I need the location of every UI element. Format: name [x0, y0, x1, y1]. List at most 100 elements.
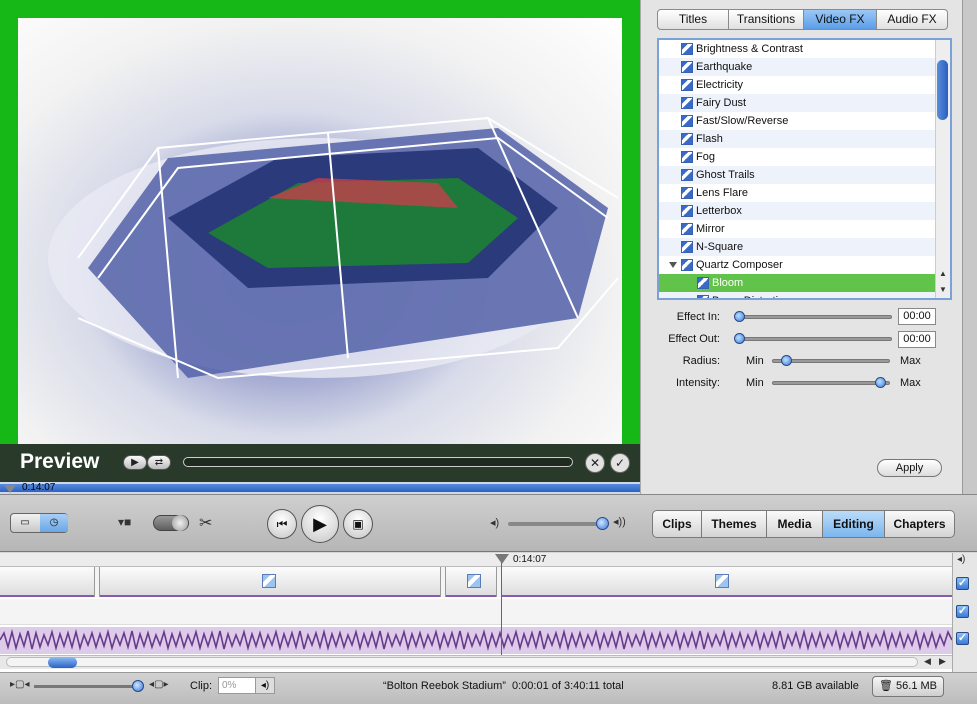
intensity-min-label: Min — [746, 377, 764, 389]
play-icon: ▶ — [131, 457, 139, 468]
accept-effect-button[interactable]: ✓ — [610, 453, 630, 473]
tab-audio-fx[interactable]: Audio FX — [877, 9, 948, 30]
window-edge — [962, 0, 977, 494]
timeline-view-button[interactable]: ◷ — [40, 514, 68, 532]
effect-item[interactable]: Lens Flare — [659, 184, 937, 202]
effect-out-field[interactable]: 00:00 — [898, 331, 936, 348]
effect-item[interactable]: Fast/Slow/Reverse — [659, 112, 937, 130]
timeline-scroll-thumb[interactable] — [48, 657, 77, 668]
volume-knob[interactable] — [596, 517, 609, 530]
clip-volume-field[interactable]: 0% — [218, 677, 256, 694]
scroll-left-icon[interactable]: ◀ — [924, 656, 931, 667]
clip-view-button[interactable]: ▭ — [11, 514, 39, 532]
audio-track-2[interactable] — [0, 627, 952, 654]
loop-icon: ⇄ — [154, 457, 164, 468]
tab-chapters[interactable]: Chapters — [885, 510, 955, 538]
effect-label: Flash — [696, 133, 723, 145]
zoom-slider[interactable] — [34, 685, 138, 688]
video-track-checkbox[interactable]: ✓ — [956, 577, 969, 590]
camera-mode-knob[interactable] — [172, 515, 188, 531]
scissors-icon[interactable]: ✂ — [199, 513, 212, 533]
effect-in-label: Effect In: — [676, 311, 720, 323]
effect-in-slider[interactable] — [736, 315, 892, 319]
checkmark-icon: ✓ — [614, 456, 626, 470]
trash-button[interactable]: 🗑 56.1 MB — [872, 676, 944, 697]
tab-transitions[interactable]: Transitions — [729, 9, 804, 30]
effect-icon — [681, 205, 693, 217]
loop-button[interactable]: ⇄ — [147, 455, 171, 470]
effect-item[interactable]: Ghost Trails — [659, 166, 937, 184]
transition-icon[interactable] — [467, 574, 481, 588]
tab-media[interactable]: Media — [767, 510, 823, 538]
radius-max-label: Max — [900, 355, 921, 367]
timeline-scroll-track[interactable] — [6, 657, 918, 667]
effect-group-quartz-composer[interactable]: Quartz Composer — [659, 256, 937, 274]
radius-knob[interactable] — [780, 355, 792, 366]
effect-out-knob[interactable] — [734, 333, 745, 344]
zoom-knob[interactable] — [132, 680, 144, 692]
effects-list-scroll-thumb[interactable] — [937, 60, 948, 120]
preview-title: Preview — [20, 450, 100, 473]
tab-titles[interactable]: Titles — [657, 9, 729, 30]
radius-label: Radius: — [682, 355, 720, 367]
tab-editing[interactable]: Editing — [823, 510, 885, 538]
effect-item[interactable]: Fairy Dust — [659, 94, 937, 112]
audio-track-2-checkbox[interactable]: ✓ — [956, 632, 969, 645]
effect-item[interactable]: Earthquake — [659, 58, 937, 76]
tab-video-fx[interactable]: Video FX — [804, 9, 877, 30]
effect-item[interactable]: Brightness & Contrast — [659, 40, 937, 58]
scroll-down-icon[interactable]: ▼ — [938, 285, 948, 294]
effect-in-knob[interactable] — [734, 311, 745, 322]
view-toggle[interactable]: ▭ ◷ — [10, 513, 68, 533]
timeline-ruler[interactable] — [0, 553, 952, 567]
clock-icon: ◷ — [49, 517, 59, 528]
cancel-effect-button[interactable]: ✕ — [585, 453, 605, 473]
rewind-button[interactable]: ⏮ — [267, 509, 297, 539]
transition-icon[interactable] — [262, 574, 276, 588]
scroll-right-icon[interactable]: ▶ — [939, 656, 946, 667]
zoom-out-icon[interactable]: ▸▢◂ — [10, 679, 30, 690]
apply-button[interactable]: Apply — [877, 459, 942, 477]
effect-item[interactable]: Flash — [659, 130, 937, 148]
effect-item[interactable]: Mirror — [659, 220, 937, 238]
effect-label: Quartz Composer — [696, 259, 783, 271]
tab-themes[interactable]: Themes — [702, 510, 767, 538]
tab-clips[interactable]: Clips — [652, 510, 702, 538]
trash-size: 56.1 MB — [896, 680, 937, 692]
effect-label: Letterbox — [696, 205, 742, 217]
scrubber-progress — [0, 484, 640, 492]
effect-item[interactable]: Bump Distortion — [659, 292, 937, 298]
effect-item[interactable]: N-Square — [659, 238, 937, 256]
preview-scrub-track[interactable] — [183, 457, 573, 467]
play-button[interactable]: ▶ — [301, 505, 339, 543]
play-fullscreen-button[interactable]: ▣ — [343, 509, 373, 539]
clip-volume-speaker-icon[interactable]: ◂) — [255, 677, 275, 694]
effect-item[interactable]: Electricity — [659, 76, 937, 94]
volume-slider[interactable] — [508, 522, 606, 526]
transition-icon[interactable] — [715, 574, 729, 588]
zoom-in-icon[interactable]: ◂▢▸ — [149, 679, 169, 690]
effect-out-slider[interactable] — [736, 337, 892, 341]
audio-track-1[interactable] — [0, 599, 952, 625]
effect-icon — [681, 115, 693, 127]
intensity-slider[interactable] — [772, 381, 890, 385]
scroll-up-icon[interactable]: ▲ — [938, 269, 948, 278]
play-preview-button[interactable]: ▶ — [123, 455, 147, 470]
intensity-knob[interactable] — [875, 377, 887, 388]
effect-item[interactable]: Letterbox — [659, 202, 937, 220]
imovie-window: Preview ▶ ⇄ ✕ ✓ 0:14:07 Titles Transitio… — [0, 0, 977, 704]
effect-item[interactable]: Fog — [659, 148, 937, 166]
effect-icon — [681, 61, 693, 73]
effect-icon — [681, 223, 693, 235]
scrubber-playhead[interactable] — [4, 485, 16, 493]
effect-in-field[interactable]: 00:00 — [898, 308, 936, 325]
effect-label: N-Square — [696, 241, 744, 253]
clip-boundary[interactable] — [440, 567, 446, 597]
effect-item-selected[interactable]: Bloom — [659, 274, 937, 292]
clip-boundary[interactable] — [94, 567, 100, 597]
radius-min-label: Min — [746, 355, 764, 367]
audio-track-1-checkbox[interactable]: ✓ — [956, 605, 969, 618]
disclosure-triangle-icon[interactable] — [669, 262, 677, 268]
timeline-playhead[interactable] — [495, 554, 509, 564]
playhead-line — [501, 563, 502, 655]
